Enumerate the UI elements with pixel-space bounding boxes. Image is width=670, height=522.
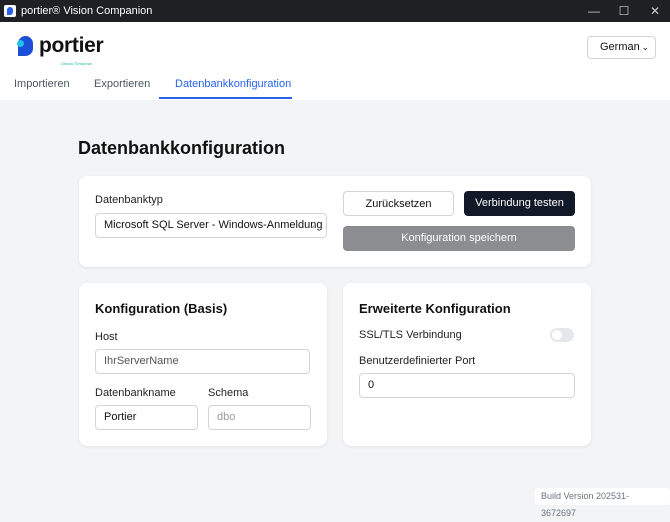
dbtype-label: Datenbanktyp	[95, 194, 163, 206]
dbtype-value: Microsoft SQL Server - Windows-Anmeldung	[104, 219, 323, 231]
dbname-label: Datenbankname	[95, 387, 176, 399]
ssl-label: SSL/TLS Verbindung	[359, 329, 462, 341]
ssl-toggle[interactable]	[550, 328, 574, 342]
title-bar: portier® Vision Companion — ☐ ✕	[0, 0, 670, 22]
minimize-button[interactable]: —	[579, 0, 609, 22]
tab-importieren[interactable]: Importieren	[14, 78, 70, 90]
active-tab-indicator	[159, 97, 292, 99]
host-input[interactable]: IhrServerName	[95, 349, 310, 374]
app-icon	[4, 5, 16, 17]
dbname-input[interactable]: Portier	[95, 405, 198, 430]
schema-input[interactable]: dbo	[208, 405, 311, 430]
language-select[interactable]: German ⌄	[587, 36, 656, 59]
maximize-button[interactable]: ☐	[609, 0, 639, 22]
logo-tagline: Unlock Tomorrow	[61, 61, 92, 66]
logo-mark-icon	[17, 36, 33, 56]
basic-config-title: Konfiguration (Basis)	[95, 301, 228, 316]
chevron-down-icon: ⌄	[308, 220, 316, 230]
save-config-button[interactable]: Konfiguration speichern	[343, 226, 575, 251]
tab-exportieren[interactable]: Exportieren	[94, 78, 150, 90]
schema-label: Schema	[208, 387, 249, 399]
test-connection-button[interactable]: Verbindung testen	[464, 191, 575, 216]
tab-datenbankkonfiguration[interactable]: Datenbankkonfiguration	[175, 78, 291, 90]
port-label: Benutzerdefinierter Port	[359, 355, 476, 367]
basic-config-card: Konfiguration (Basis) Host IhrServerName…	[79, 283, 327, 446]
reset-button[interactable]: Zurücksetzen	[343, 191, 454, 216]
advanced-config-title: Erweiterte Konfiguration	[359, 301, 511, 316]
window-title: portier® Vision Companion	[21, 5, 153, 17]
port-input[interactable]: 0	[359, 373, 575, 398]
app-header: portier Unlock Tomorrow German ⌄ Importi…	[0, 22, 670, 100]
language-value: German	[600, 41, 640, 53]
close-button[interactable]: ✕	[640, 0, 670, 22]
dbtype-card: Datenbanktyp Microsoft SQL Server - Wind…	[79, 176, 591, 267]
page-title: Datenbankkonfiguration	[78, 138, 286, 158]
logo-word: portier	[39, 34, 104, 57]
advanced-config-card: Erweiterte Konfiguration SSL/TLS Verbind…	[343, 283, 591, 446]
portier-logo: portier Unlock Tomorrow	[17, 34, 104, 66]
dbtype-select[interactable]: Microsoft SQL Server - Windows-Anmeldung…	[95, 213, 327, 238]
build-version: Build Version 202531-3672697	[535, 488, 670, 518]
host-label: Host	[95, 331, 118, 343]
chevron-down-icon: ⌄	[641, 42, 649, 52]
